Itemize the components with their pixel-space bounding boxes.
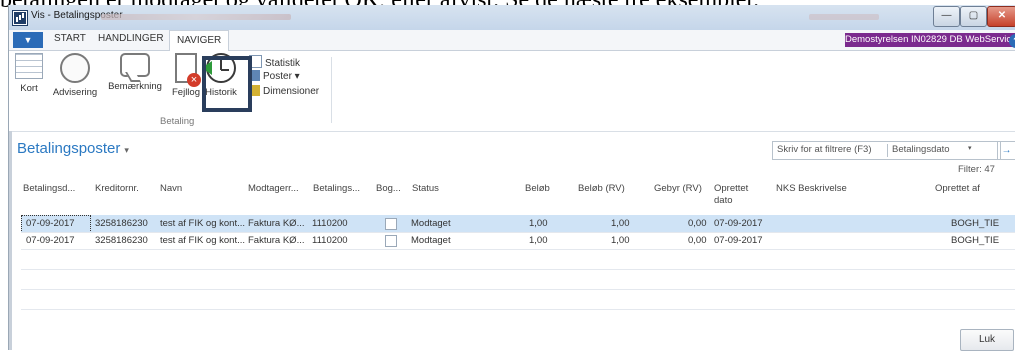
cell-navn: test af FIK og kont... [160,235,246,246]
fejllog-button[interactable]: Fejllog [167,53,205,98]
statistik-button[interactable]: Statistik [249,55,300,69]
ribbon-separator [331,57,332,123]
col-belob-rv[interactable]: Beløb (RV) [578,183,625,195]
circle-icon [60,53,90,83]
col-oprettet-dato-line1: Oprettet [714,183,749,194]
comment-icon [120,53,150,77]
advisering-button[interactable]: Advisering [49,53,101,98]
col-oprettet-dato[interactable]: Oprettet dato [714,183,748,207]
filter-count: Filter: 47 [958,164,995,175]
kort-button[interactable]: Kort [12,53,46,94]
error-log-icon [175,53,201,87]
col-gebyr[interactable]: Gebyr (RV) [654,183,702,195]
cell-navn: test af FIK og kont... [160,218,246,229]
chevron-down-icon[interactable]: ▾ [124,145,129,155]
cell-focus-outline [21,215,91,233]
filter-box[interactable]: Skriv for at filtrere (F3) Betalingsdato… [772,141,1001,160]
table-row[interactable]: 07-09-2017 3258186230 test af FIK og kon… [21,215,1015,232]
cell-betalings: 1110200 [312,218,348,229]
page-title-text: Betalingsposter [17,140,121,157]
page-title[interactable]: Betalingsposter ▾ [17,140,129,157]
filter-dropdown-icon[interactable]: ▾ [968,144,972,152]
cell-gebyr: 0,00 [688,218,707,229]
col-navn[interactable]: Navn [160,183,182,195]
card-icon [15,53,43,79]
tab-naviger[interactable]: NAVIGER [169,30,230,51]
cell-belob: 1,00 [529,235,548,246]
cell-oprettet-af: BOGH_TIE [951,218,1000,229]
row-divider [21,249,1015,250]
cell-oprettet: 07-09-2017 [714,218,763,229]
blurred-title-right [809,14,879,20]
cell-modtager: Faktura KØ... [248,235,305,246]
table-row[interactable]: 07-09-2017 3258186230 test af FIK og kon… [21,232,1015,249]
col-belob[interactable]: Beløb [525,183,550,195]
cell-oprettet: 07-09-2017 [714,235,763,246]
minimize-button[interactable]: — [933,6,960,27]
close-button[interactable]: Luk [960,329,1014,351]
cell-betalings: 1110200 [312,235,348,246]
col-betalings[interactable]: Betalings... [313,183,360,195]
blurred-breadcrumb [101,14,291,20]
fejllog-label: Fejllog [172,87,200,98]
app-icon [13,11,27,25]
statistik-label: Statistik [265,58,301,69]
col-nks-beskrivelse[interactable]: NKS Beskrivelse [776,183,847,195]
bogfort-checkbox[interactable] [385,235,397,247]
filter-field-select[interactable]: Betalingsdato [892,144,950,155]
left-edge-bar [9,131,12,350]
col-oprettet-af[interactable]: Oprettet af [935,183,980,195]
row-divider [21,289,1015,290]
advisering-label: Advisering [52,87,98,98]
bemaerkning-label: Bemærkning [108,81,162,92]
cell-modtager: Faktura KØ... [248,218,305,229]
poster-label: Poster ▾ [263,71,300,82]
col-betalingsdato[interactable]: Betalingsd... [23,183,75,195]
dimensioner-label: Dimensioner [263,86,320,97]
col-kreditornr[interactable]: Kreditornr. [95,183,139,195]
close-window-button[interactable]: ✕ [987,6,1015,27]
dimensioner-button[interactable]: Dimensioner [249,85,319,97]
kort-label: Kort [20,83,38,94]
cell-status: Modtaget [411,218,451,229]
title-bar: Vis - Betalingsposter — ▢ ✕ [9,5,1015,30]
row-divider [21,269,1015,270]
filter-go-button[interactable]: → [997,141,1015,160]
col-modtager[interactable]: Modtagerr... [248,183,299,195]
historik-highlight-frame [202,56,252,112]
cell-belob: 1,00 [529,218,548,229]
bemaerkning-button[interactable]: Bemærkning [105,53,165,92]
col-status[interactable]: Status [412,183,439,195]
filter-divider [887,144,888,157]
application-window: Vis - Betalingsposter — ▢ ✕ ▼ START HAND… [8,5,1015,351]
cell-oprettet-af: BOGH_TIE [951,235,1000,246]
poster-button[interactable]: Poster ▾ [249,70,300,82]
maximize-button[interactable]: ▢ [960,6,987,27]
company-badge[interactable]: Demostyrelsen IN02829 DB WebService [845,33,1015,47]
cell-betalingsdato: 07-09-2017 [26,235,75,246]
ribbon-tab-bar: ▼ START HANDLINGER NAVIGER Demostyrelsen… [9,30,1015,51]
cell-status: Modtaget [411,235,451,246]
tab-handlinger[interactable]: HANDLINGER [98,33,164,44]
col-oprettet-dato-line2: dato [714,195,733,206]
cell-belob-rv: 1,00 [611,235,630,246]
cell-gebyr: 0,00 [688,235,707,246]
cell-kreditornr: 3258186230 [95,235,148,246]
tab-start[interactable]: START [54,33,86,44]
file-menu-button[interactable]: ▼ [13,32,43,48]
col-bogfort[interactable]: Bog... [376,183,401,195]
ribbon-group-label: Betaling [160,116,195,127]
cell-belob-rv: 1,00 [611,218,630,229]
bogfort-checkbox[interactable] [385,218,397,230]
cell-kreditornr: 3258186230 [95,218,148,229]
row-divider [21,309,1015,310]
filter-input[interactable]: Skriv for at filtrere (F3) [777,144,872,155]
